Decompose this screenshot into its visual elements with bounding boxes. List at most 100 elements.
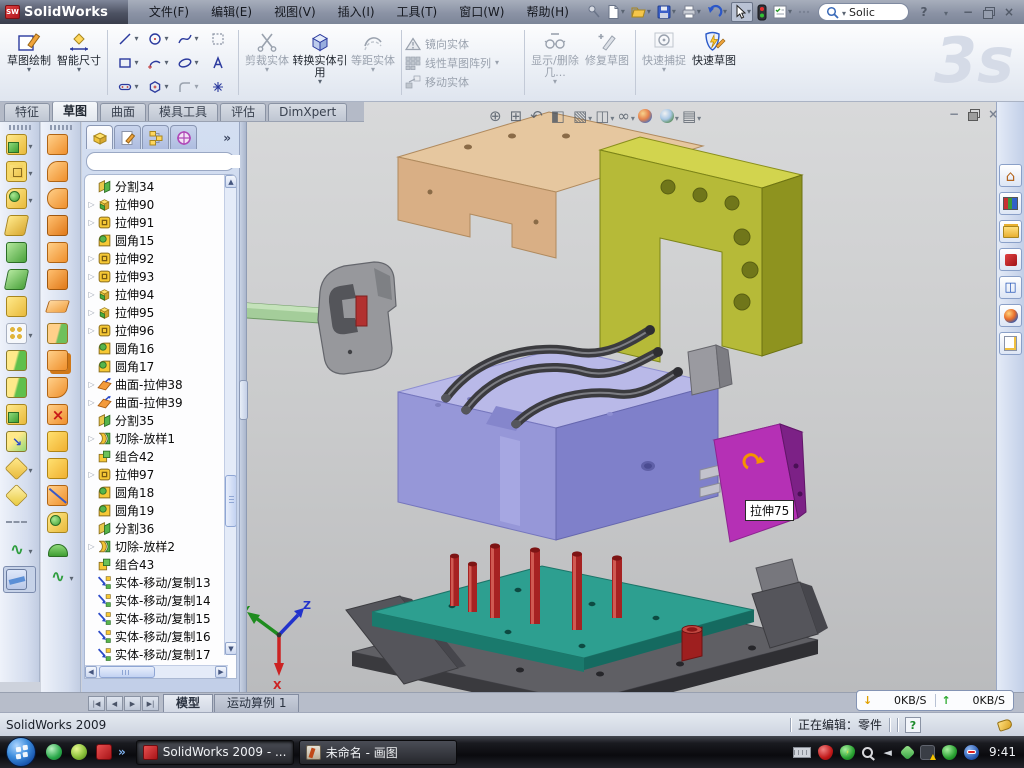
feature-tree-item[interactable]: 拉伸94	[86, 285, 218, 303]
feature-tree-item[interactable]: 拉伸91	[86, 213, 218, 231]
doc-minimize-icon[interactable]: −	[949, 107, 959, 121]
search-input[interactable]	[849, 6, 901, 19]
offset-entities-button[interactable]: 等距实体	[348, 26, 398, 99]
messenger-icon[interactable]	[46, 744, 62, 760]
sync-icon[interactable]	[900, 744, 916, 760]
last-tab-icon[interactable]: ▶|	[142, 696, 159, 711]
scroll-right-icon[interactable]: ▶	[215, 666, 227, 678]
swept-surface-icon[interactable]	[47, 134, 73, 155]
menu-item[interactable]: 视图(V)	[263, 0, 327, 24]
feature-tree-item[interactable]: 切除-放样2	[86, 537, 218, 555]
document-tab[interactable]: 模型	[163, 694, 213, 712]
appearances-icon[interactable]	[999, 304, 1022, 327]
view-orientation-icon[interactable]: ▧	[573, 107, 592, 125]
surface-fillet-icon[interactable]	[47, 512, 73, 533]
quick-launch-overflow-icon[interactable]: »	[118, 745, 126, 759]
expand-arrow-icon[interactable]	[86, 272, 97, 281]
expand-arrow-icon[interactable]	[86, 380, 97, 389]
apply-scene-icon[interactable]	[660, 107, 679, 125]
untrim-surface-icon[interactable]	[47, 458, 73, 479]
search-scope-dropdown[interactable]	[842, 5, 846, 19]
trim-entities-button[interactable]: 剪裁实体	[242, 26, 292, 99]
dropdown-icon[interactable]	[28, 138, 32, 152]
feature-tree-item[interactable]: 圆角16	[86, 339, 218, 357]
health-shield-icon[interactable]	[942, 745, 957, 760]
feature-tree-item[interactable]: 分割36	[86, 519, 218, 537]
tree-vertical-scrollbar[interactable]: ▲ ▼	[224, 175, 236, 655]
feature-tree-item[interactable]: 组合42	[86, 447, 218, 465]
thicken-icon[interactable]	[47, 350, 73, 371]
previous-view-icon[interactable]: ↶	[530, 107, 548, 125]
line-tool-icon[interactable]	[113, 27, 143, 51]
dropdown-icon[interactable]	[697, 107, 701, 125]
display-delete-relations-button[interactable]: 显示/删除几...	[528, 26, 582, 99]
minimize-icon[interactable]: −	[961, 5, 975, 19]
expand-arrow-icon[interactable]	[86, 290, 97, 299]
command-tab[interactable]: 评估	[220, 103, 266, 121]
view-palette-icon[interactable]	[999, 276, 1022, 299]
rapid-sketch-button[interactable]: 快速草图	[689, 26, 739, 99]
planar-surface-icon[interactable]	[47, 296, 73, 317]
dropdown-icon[interactable]	[28, 462, 32, 476]
taskbar-clock[interactable]: 9:41	[989, 745, 1016, 759]
feature-tree-item[interactable]: 圆角15	[86, 231, 218, 249]
move-copy-body-icon[interactable]	[6, 431, 32, 452]
expand-arrow-icon[interactable]	[86, 308, 97, 317]
open-file-icon[interactable]	[629, 2, 652, 22]
extruded-surface-icon[interactable]	[47, 188, 73, 209]
expand-arrow-icon[interactable]	[86, 254, 97, 263]
feature-tree-item[interactable]: 实体-移动/复制16	[86, 627, 218, 645]
display-style-icon[interactable]: ◫	[595, 107, 614, 125]
linear-sketch-pattern-button[interactable]: 线性草图阵列	[405, 55, 521, 71]
feature-tree-item[interactable]: 圆角19	[86, 501, 218, 519]
model-magenta-block[interactable]	[714, 424, 806, 542]
axis-icon[interactable]	[6, 458, 32, 479]
spline-tool-icon[interactable]	[173, 27, 203, 51]
knit-surface-icon[interactable]	[47, 323, 73, 344]
volume-icon[interactable]	[880, 745, 895, 760]
taskbar-window-button[interactable]: 未命名 - 画图	[299, 740, 457, 765]
featuremanager-tab[interactable]	[86, 125, 113, 149]
scroll-left-icon[interactable]: ◀	[85, 666, 97, 678]
keyboard-layout-icon[interactable]	[793, 747, 811, 758]
solidworks-resources-icon[interactable]	[999, 248, 1022, 271]
search-box[interactable]	[818, 3, 909, 21]
smart-dimension-button[interactable]: 智能尺寸	[54, 26, 104, 99]
home-icon[interactable]	[999, 164, 1022, 187]
extruded-cut-icon[interactable]	[6, 161, 32, 182]
feature-tree-item[interactable]: 拉伸92	[86, 249, 218, 267]
undo-icon[interactable]	[705, 2, 728, 22]
dropdown-icon[interactable]	[610, 107, 614, 125]
dropdown-icon[interactable]	[631, 107, 635, 125]
bodies-icon[interactable]	[6, 404, 32, 425]
convert-entities-button[interactable]: 转换实体引用	[292, 26, 348, 99]
toolbar-grip[interactable]	[50, 125, 72, 130]
restore-icon[interactable]	[983, 7, 994, 17]
offset-surface-icon[interactable]	[47, 269, 73, 290]
menu-item[interactable]: 编辑(E)	[200, 0, 263, 24]
menu-item[interactable]: 工具(T)	[386, 0, 449, 24]
slot-tool-icon[interactable]	[113, 75, 143, 99]
tree-filter-box[interactable]	[86, 152, 235, 171]
menu-item[interactable]: 窗口(W)	[448, 0, 515, 24]
doc-restore-icon[interactable]	[968, 109, 979, 119]
expand-arrow-icon[interactable]	[86, 470, 97, 479]
split-icon[interactable]	[6, 350, 32, 371]
expand-arrow-icon[interactable]	[86, 398, 97, 407]
command-tab[interactable]: 特征	[4, 103, 50, 121]
plane-icon[interactable]	[6, 485, 32, 506]
app-green-icon[interactable]	[71, 744, 87, 760]
search-utility-icon[interactable]	[862, 747, 873, 758]
rib-icon[interactable]	[6, 269, 32, 290]
dropdown-icon[interactable]	[28, 192, 32, 206]
close-icon[interactable]: ×	[1002, 5, 1016, 19]
feature-tree-item[interactable]: 曲面-拉伸38	[86, 375, 218, 393]
network-monitor-widget[interactable]: ↓0KB/S ↑0KB/S	[856, 690, 1014, 711]
move-entities-button[interactable]: 移动实体	[405, 74, 521, 90]
menu-item[interactable]: 帮助(H)	[515, 0, 579, 24]
prev-tab-icon[interactable]: ◀	[106, 696, 123, 711]
feature-tree-item[interactable]: 拉伸90	[86, 195, 218, 213]
chamfer-icon[interactable]	[6, 215, 32, 236]
propertymanager-tab[interactable]	[114, 125, 141, 149]
expand-arrow-icon[interactable]	[86, 200, 97, 209]
